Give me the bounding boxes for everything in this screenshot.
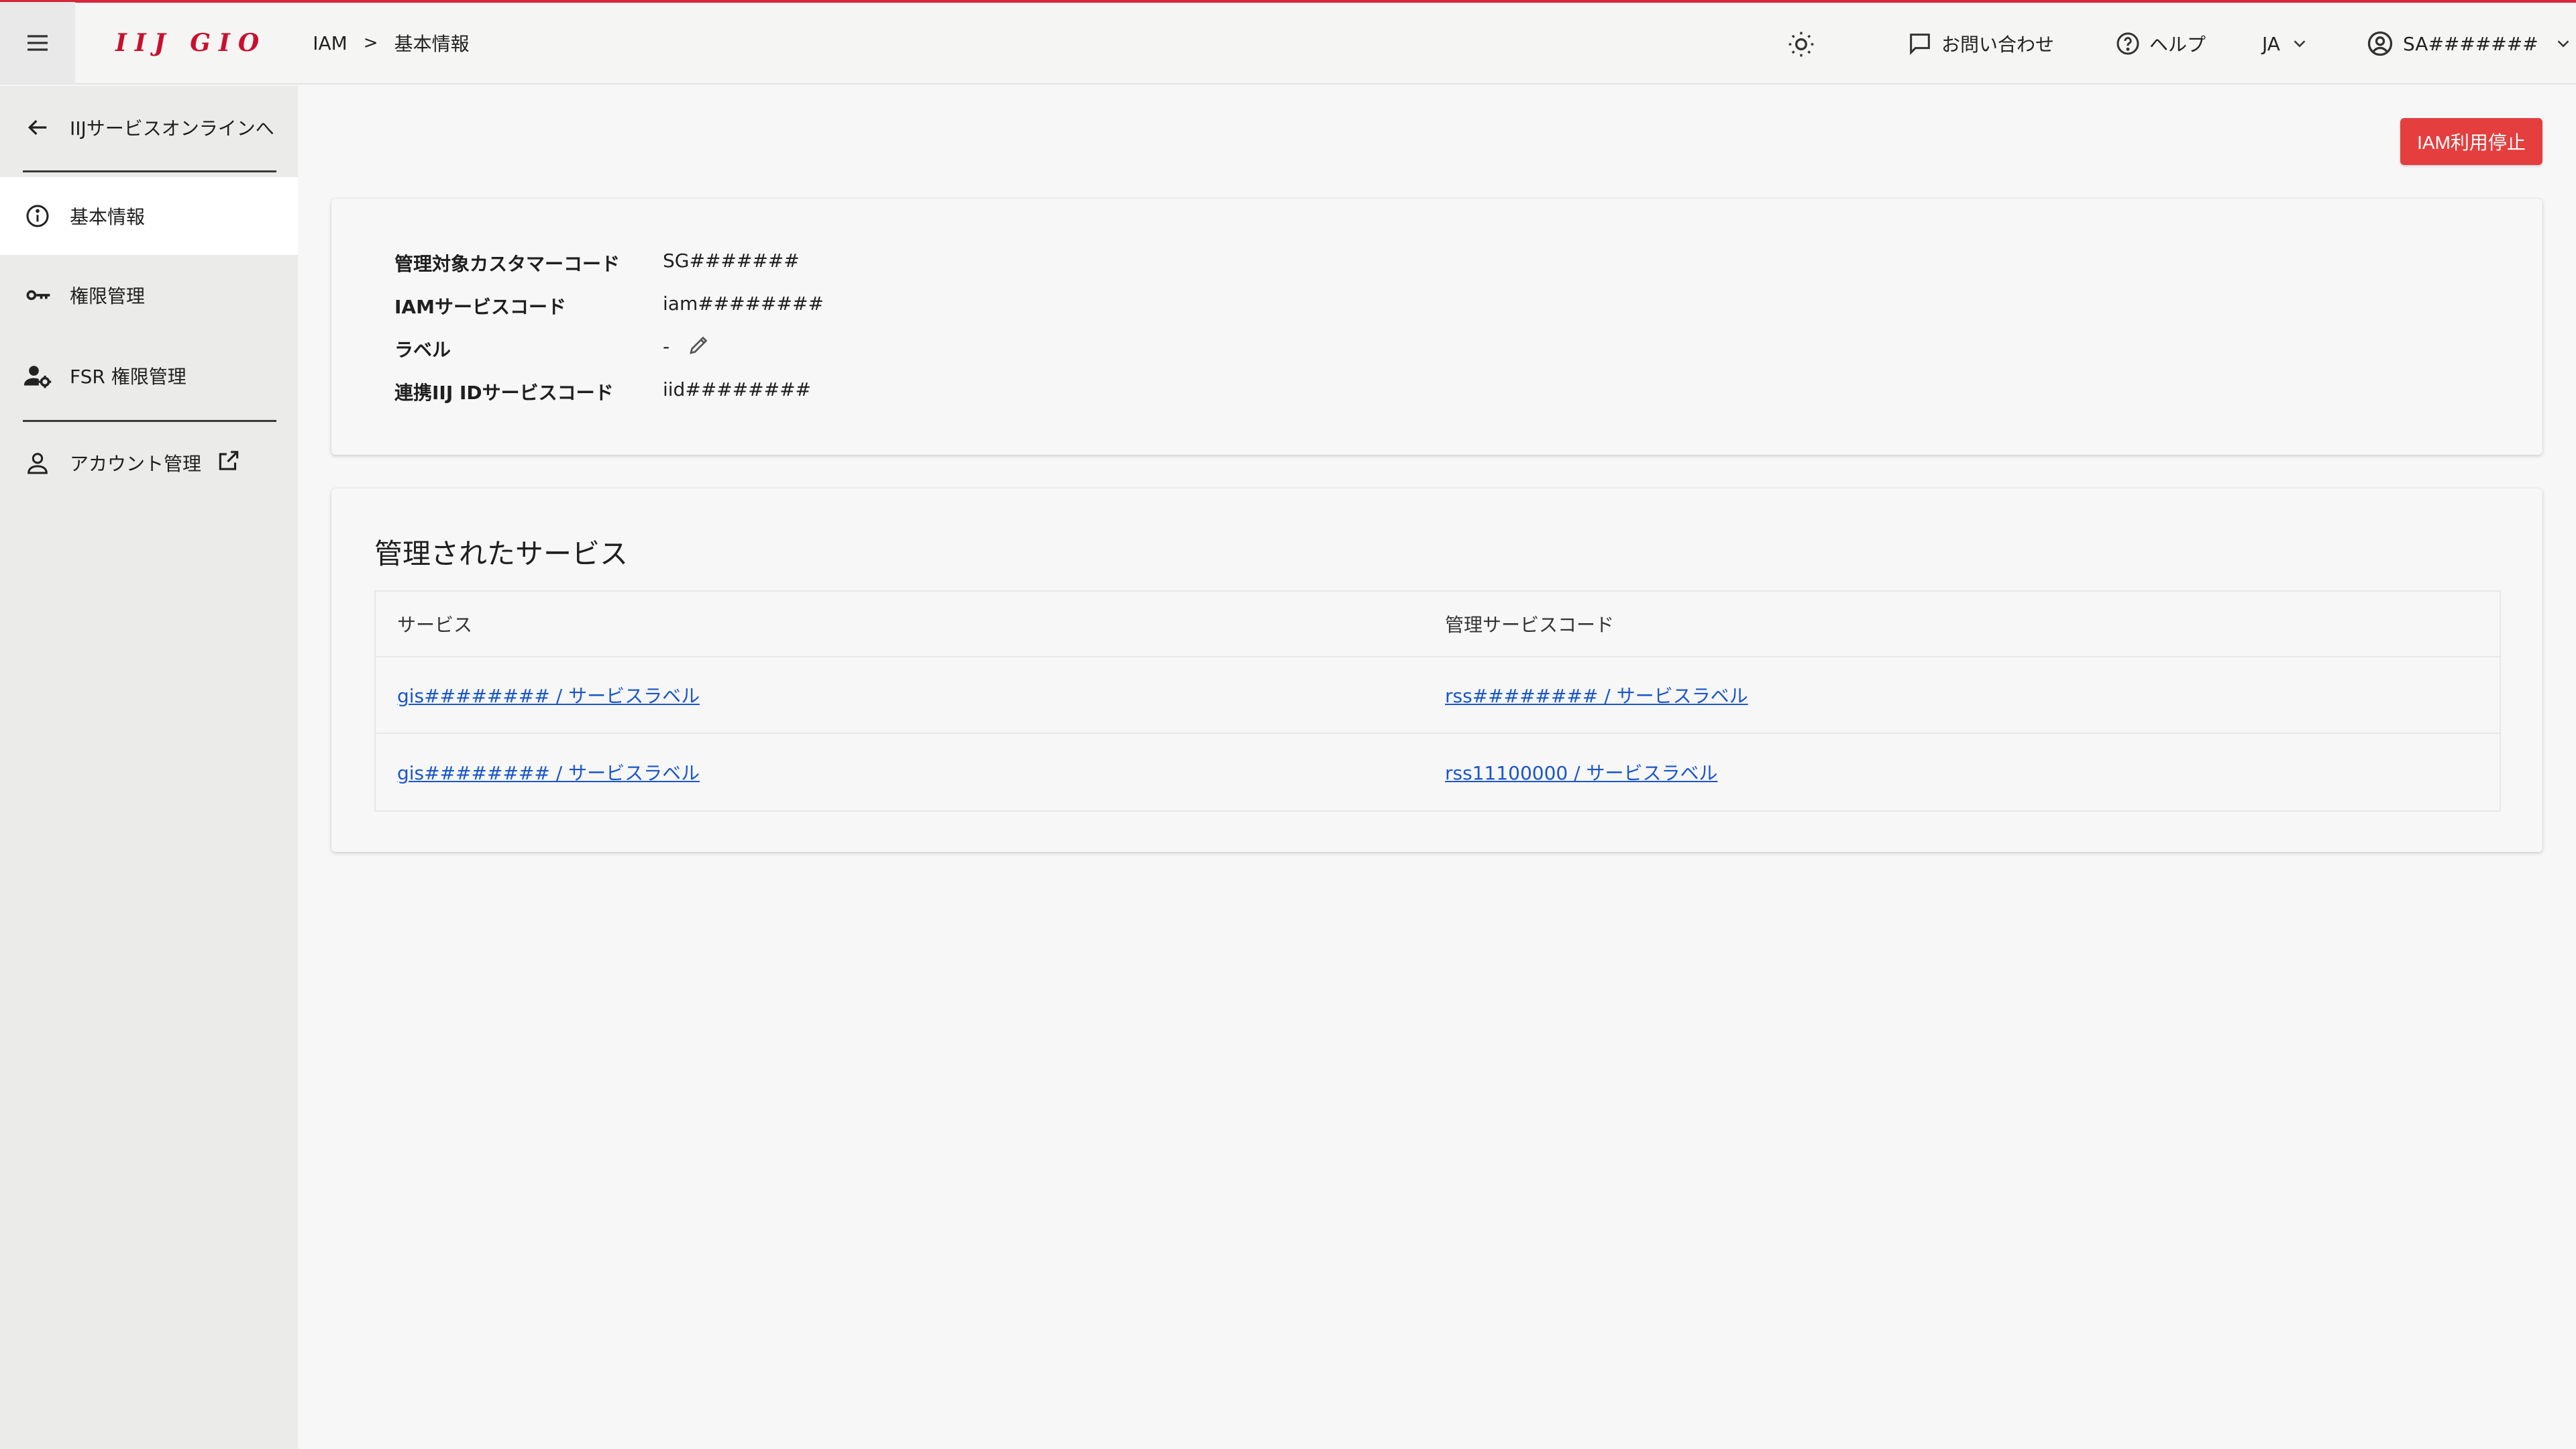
managed-service-link[interactable]: rss######## / サービスラベル	[1445, 682, 1748, 708]
stop-iam-button[interactable]: IAM利用停止	[2400, 118, 2542, 165]
help-label: ヘルプ	[2149, 34, 2206, 56]
managed-services-card: 管理されたサービス サービス 管理サービスコード gis######## / サ…	[331, 488, 2542, 852]
sidebar-item-label: アカウント管理	[70, 453, 202, 475]
back-label: IIJサービスオンラインへ	[70, 117, 274, 140]
info-value: iid########	[663, 378, 812, 400]
sidebar-item-fsr-permissions[interactable]: FSR 権限管理	[0, 342, 298, 409]
table-row: gis######## / サービスラベル rss######## / サービス…	[376, 657, 2500, 734]
table-header: サービス 管理サービスコード	[376, 592, 2500, 657]
external-link-icon	[216, 448, 241, 478]
person-icon	[23, 448, 52, 478]
help-circle-icon	[2116, 32, 2139, 55]
info-key: 連携IIJ IDサービスコード	[394, 382, 614, 404]
help-link[interactable]: ヘルプ	[2114, 3, 2206, 85]
info-key: ラベル	[394, 339, 451, 361]
info-value: iam########	[663, 292, 824, 315]
user-name: SA#######	[2403, 32, 2538, 55]
sidebar-item-label: FSR 権限管理	[70, 366, 186, 388]
service-link[interactable]: gis######## / サービスラベル	[397, 759, 700, 786]
contact-label: お問い合わせ	[1941, 34, 2055, 56]
breadcrumb-item-iam[interactable]: IAM	[313, 32, 347, 54]
chevron-down-icon	[2557, 40, 2569, 48]
app-header: IIJ GIO IAM > 基本情報 お問い合わせ ヘルプ JA SA#####…	[0, 2, 2576, 85]
hamburger-menu-button[interactable]	[0, 2, 75, 84]
service-link[interactable]: gis######## / サービスラベル	[397, 682, 700, 708]
theme-toggle-button[interactable]	[1786, 30, 1816, 59]
language-select[interactable]: JA	[2262, 3, 2318, 85]
language-value: JA	[2262, 32, 2280, 55]
chevron-down-icon	[2294, 40, 2306, 48]
sun-icon	[1788, 32, 1814, 57]
managed-service-link[interactable]: rss11100000 / サービスラベル	[1445, 759, 1717, 786]
contact-link[interactable]: お問い合わせ	[1907, 3, 2054, 85]
arrow-left-icon	[23, 113, 52, 142]
breadcrumb-item-current: 基本情報	[394, 33, 470, 55]
sidebar-item-basic-info[interactable]: 基本情報	[0, 177, 298, 255]
sidebar: IIJサービスオンラインへ 基本情報 権限管理 FSR 権限管理 アカウント管理	[0, 86, 298, 1449]
info-value: -	[663, 335, 670, 358]
info-key: IAMサービスコード	[394, 296, 566, 318]
sidebar-item-label: 基本情報	[70, 206, 146, 228]
edit-pencil-icon[interactable]	[687, 333, 711, 362]
column-header-service: サービス	[397, 614, 473, 636]
account-circle-icon	[2367, 31, 2393, 56]
basic-info-card: 管理対象カスタマーコード SG####### IAMサービスコード iam###…	[331, 199, 2542, 455]
iij-gio-logo[interactable]: IIJ GIO	[115, 29, 267, 57]
info-value: SG#######	[663, 250, 800, 272]
key-icon	[23, 280, 52, 310]
menu-icon	[28, 35, 48, 51]
sidebar-item-account-management[interactable]: アカウント管理	[0, 429, 298, 496]
sidebar-divider	[23, 420, 276, 422]
info-key: 管理対象カスタマーコード	[394, 253, 621, 275]
user-menu[interactable]: SA#######	[2365, 3, 2576, 85]
info-icon	[23, 201, 52, 231]
breadcrumb-separator: >	[363, 33, 378, 53]
back-to-iij-service-online[interactable]: IIJサービスオンラインへ	[0, 94, 298, 161]
chat-icon	[1910, 34, 1930, 55]
services-table: サービス 管理サービスコード gis######## / サービスラベル rss…	[374, 590, 2501, 812]
sidebar-item-permissions[interactable]: 権限管理	[0, 262, 298, 329]
managed-services-title: 管理されたサービス	[374, 537, 629, 570]
table-row: gis######## / サービスラベル rss11100000 / サービス…	[376, 734, 2500, 810]
sidebar-divider	[23, 170, 276, 172]
sidebar-item-label: 権限管理	[70, 285, 146, 307]
column-header-managed-code: 管理サービスコード	[1445, 614, 1615, 636]
user-settings-icon	[23, 361, 52, 390]
breadcrumb: IAM > 基本情報	[313, 30, 469, 56]
